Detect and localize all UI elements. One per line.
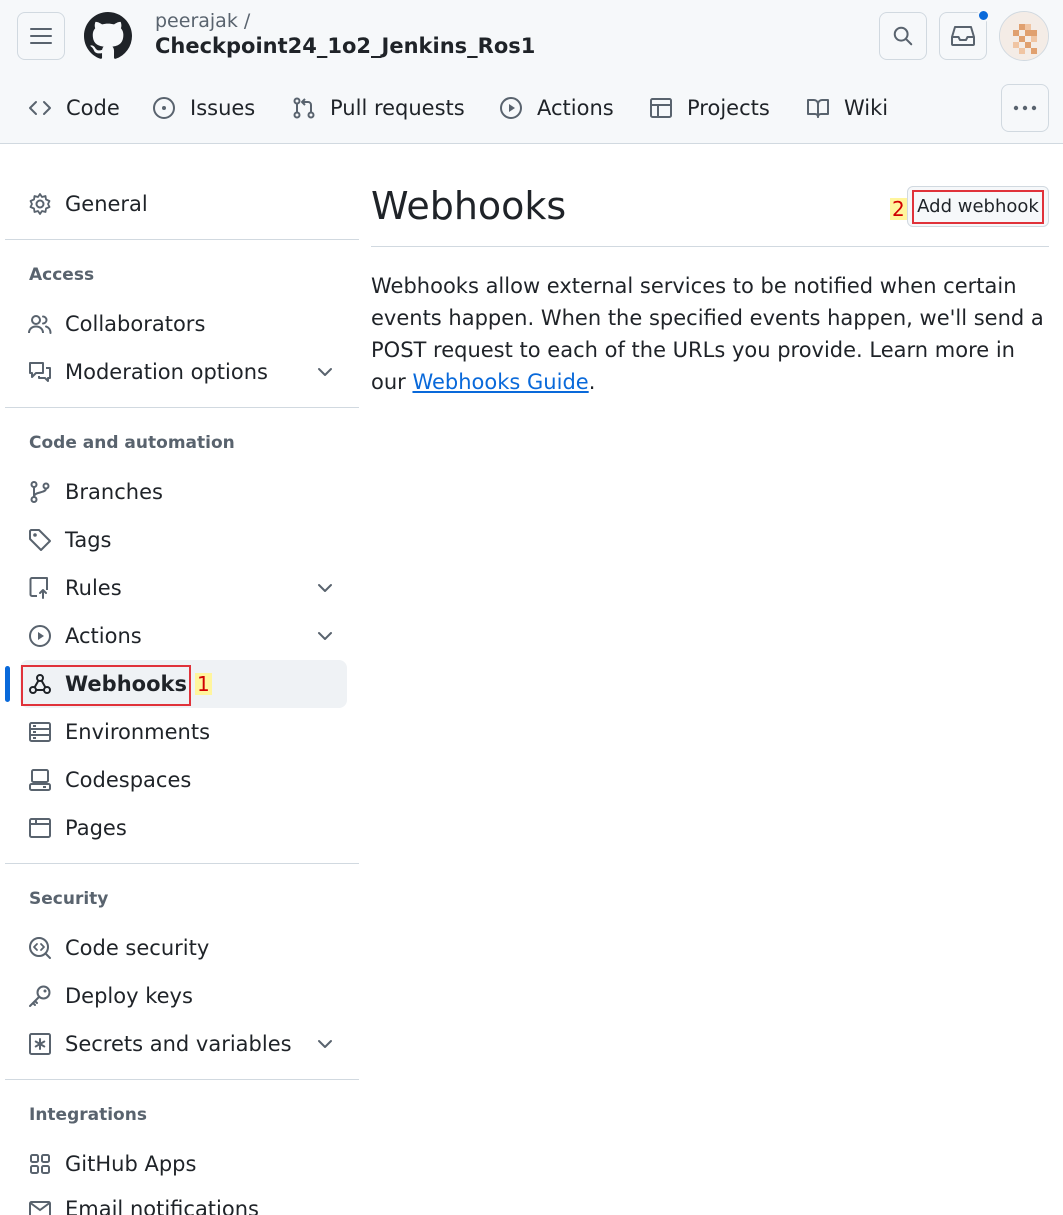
sidebar-item-deploy-keys[interactable]: Deploy keys [20, 972, 347, 1020]
description-period: . [588, 370, 596, 394]
tab-actions[interactable]: Actions [499, 84, 614, 132]
tab-projects[interactable]: Projects [649, 84, 770, 132]
sidebar-item-code-security[interactable]: Code security [20, 924, 347, 972]
gear-icon [28, 192, 52, 216]
repo-push-icon [28, 576, 52, 600]
tab-code-label: Code [66, 96, 120, 120]
chevron-down-icon [318, 1040, 332, 1048]
tab-projects-label: Projects [687, 96, 770, 120]
tab-pull-requests-label: Pull requests [330, 96, 465, 120]
people-icon [28, 312, 52, 336]
sidebar-heading-code-automation: Code and automation [29, 433, 235, 453]
kebab-horizontal-icon [1013, 105, 1037, 111]
sidebar-item-label: Collaborators [65, 312, 206, 336]
tab-issues[interactable]: Issues [152, 84, 255, 132]
key-asterisk-icon [28, 1032, 52, 1056]
search-button[interactable] [879, 12, 927, 60]
sidebar-item-collaborators[interactable]: Collaborators [20, 300, 347, 348]
avatar[interactable] [999, 11, 1049, 61]
sidebar-item-general[interactable]: General [20, 180, 347, 228]
sidebar-divider [5, 239, 359, 240]
sidebar-item-tags[interactable]: Tags [20, 516, 347, 564]
chevron-down-icon [318, 368, 332, 376]
git-branch-icon [28, 480, 52, 504]
annotation-box-2 [912, 190, 1044, 224]
menu-button[interactable] [17, 12, 65, 60]
annotation-label-1: 1 [195, 672, 212, 696]
sidebar-item-label: Moderation options [65, 360, 268, 384]
code-icon [29, 101, 51, 115]
sidebar-item-label: GitHub Apps [65, 1152, 197, 1176]
comment-discussion-icon [28, 360, 52, 384]
sidebar-item-secrets-and-variables[interactable]: Secrets and variables [20, 1020, 347, 1068]
sidebar-item-environments[interactable]: Environments [20, 708, 347, 756]
tab-actions-label: Actions [537, 96, 614, 120]
repo-name-link[interactable]: Checkpoint24_1o2_Jenkins_Ros1 [155, 34, 535, 58]
browser-icon [28, 816, 52, 840]
sidebar-item-rules[interactable]: Rules [20, 564, 347, 612]
codescan-icon [28, 936, 52, 960]
sidebar-item-label: Secrets and variables [65, 1032, 292, 1056]
search-icon [893, 26, 913, 46]
tab-code[interactable]: Code [28, 84, 120, 132]
webhooks-guide-link[interactable]: Webhooks Guide [412, 370, 588, 394]
chevron-down-icon [318, 584, 332, 592]
sidebar-heading-security: Security [29, 889, 109, 909]
page-title: Webhooks [371, 184, 567, 228]
repo-owner-link[interactable]: peerajak / [155, 10, 250, 32]
app-header: peerajak / Checkpoint24_1o2_Jenkins_Ros1… [0, 0, 1063, 144]
annotation-box-1 [21, 665, 191, 706]
sidebar-item-label: Codespaces [65, 768, 192, 792]
sidebar-item-actions[interactable]: Actions [20, 612, 347, 660]
sidebar-item-label: Deploy keys [65, 984, 193, 1008]
sidebar-item-codespaces[interactable]: Codespaces [20, 756, 347, 804]
tag-icon [28, 528, 52, 552]
sidebar-item-label: Code security [65, 936, 210, 960]
git-pull-request-icon [293, 97, 315, 119]
tab-pull-requests[interactable]: Pull requests [292, 84, 465, 132]
play-icon [500, 97, 522, 119]
sidebar-heading-access: Access [29, 265, 95, 285]
sidebar-divider [5, 407, 359, 408]
sidebar-item-email-notifications[interactable]: Email notifications [20, 1186, 347, 1215]
active-indicator [5, 666, 10, 702]
sidebar-heading-integrations: Integrations [29, 1105, 147, 1125]
more-tabs-button[interactable] [1001, 84, 1049, 132]
webhooks-description: Webhooks allow external services to be n… [371, 270, 1051, 398]
sidebar-item-branches[interactable]: Branches [20, 468, 347, 516]
hamburger-icon [30, 28, 52, 44]
mail-icon [28, 1197, 52, 1215]
table-icon [650, 98, 672, 118]
sidebar-item-label: Pages [65, 816, 127, 840]
issue-opened-icon [153, 97, 175, 119]
sidebar-item-github-apps[interactable]: GitHub Apps [20, 1140, 347, 1188]
sidebar-item-moderation-options[interactable]: Moderation options [20, 348, 347, 396]
notification-indicator [977, 9, 990, 22]
sidebar-item-label: General [65, 192, 148, 216]
book-icon [807, 99, 829, 118]
play-icon [28, 624, 52, 648]
sidebar-item-label: Tags [65, 528, 112, 552]
apps-icon [28, 1152, 52, 1176]
sidebar-item-label: Rules [65, 576, 122, 600]
sidebar-divider [5, 863, 359, 864]
github-logo-icon[interactable] [84, 12, 132, 60]
server-icon [28, 720, 52, 744]
sidebar-item-label: Branches [65, 480, 163, 504]
codespaces-icon [28, 768, 52, 792]
annotation-label-2: 2 [890, 197, 907, 221]
chevron-down-icon [318, 632, 332, 640]
sidebar-item-label: Email notifications [65, 1197, 259, 1215]
tab-issues-label: Issues [190, 96, 256, 120]
sidebar-item-label: Actions [65, 624, 142, 648]
title-divider [371, 246, 1049, 247]
tab-wiki[interactable]: Wiki [806, 84, 888, 132]
sidebar-divider [5, 1079, 359, 1080]
tab-wiki-label: Wiki [844, 96, 889, 120]
repo-nav: Code Issues Pull requests Actions Projec… [0, 84, 1000, 132]
sidebar-item-label: Environments [65, 720, 211, 744]
sidebar-item-pages[interactable]: Pages [20, 804, 347, 852]
inbox-icon [951, 26, 975, 46]
key-icon [28, 984, 52, 1008]
